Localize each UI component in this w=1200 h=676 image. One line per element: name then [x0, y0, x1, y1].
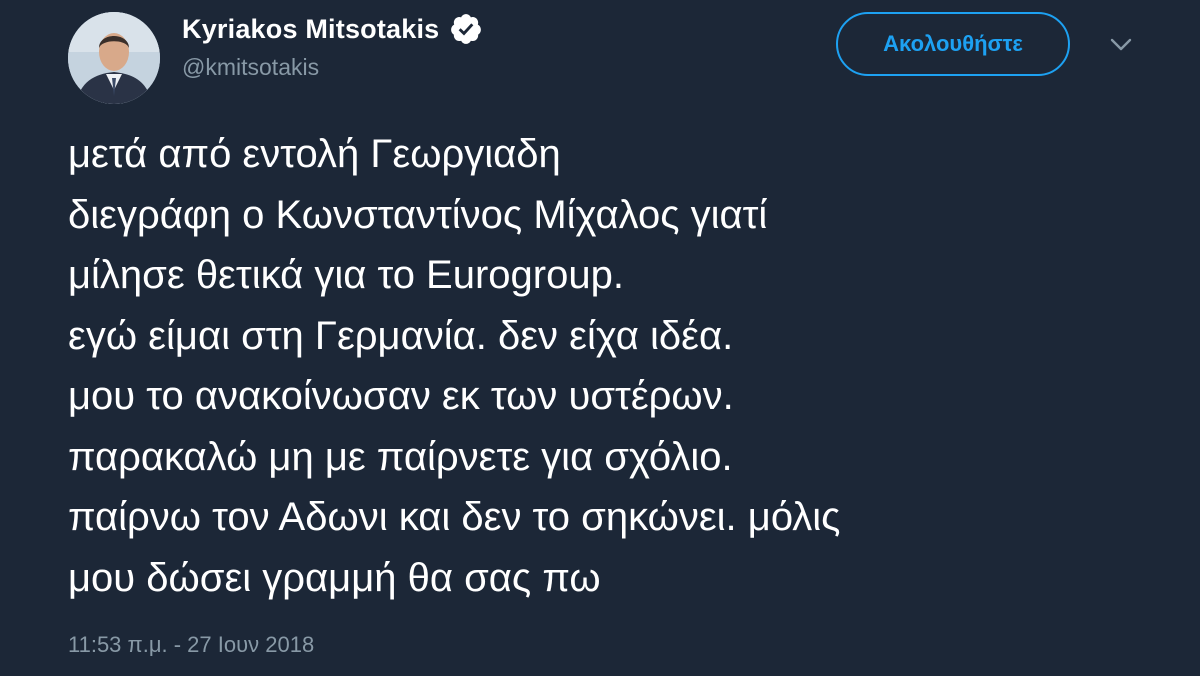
display-name[interactable]: Kyriakos Mitsotakis	[182, 14, 439, 45]
chevron-down-icon[interactable]	[1108, 34, 1134, 54]
follow-button[interactable]: Ακολουθήστε	[836, 12, 1070, 76]
tweet-text-line: παρακαλώ μη με παίρνετε για σχόλιο.	[68, 434, 733, 479]
tweet-text-line: εγώ είμαι στη Γερμανία. δεν είχα ιδέα.	[68, 313, 734, 358]
tweet-text-line: μίλησε θετικά για το Eurogroup.	[68, 253, 624, 297]
user-handle[interactable]: @kmitsotakis	[182, 54, 319, 81]
tweet-text-line: μου το ανακοίνωσαν εκ των υστέρων.	[68, 374, 734, 418]
display-name-row: Kyriakos Mitsotakis	[182, 12, 483, 46]
tweet-timestamp[interactable]: 11:53 π.μ. - 27 Ιουν 2018	[68, 632, 314, 658]
tweet-text-line: διεγράφη ο Κωνσταντίνος Μίχαλος γιατί	[68, 192, 768, 237]
avatar[interactable]	[68, 12, 160, 104]
tweet-text-line: παίρνω τον Αδωνι και δεν το σηκώνει. μόλ…	[68, 495, 841, 539]
tweet-card: Kyriakos Mitsotakis @kmitsotakis Ακολουθ…	[0, 0, 1200, 676]
tweet-text: μετά από εντολή Γεωργιαδη διεγράφη ο Κων…	[68, 124, 1178, 608]
tweet-text-line: μετά από εντολή Γεωργιαδη	[68, 132, 561, 176]
verified-badge-icon	[449, 12, 483, 46]
tweet-text-line: μου δώσει γραμμή θα σας πω	[68, 555, 601, 600]
